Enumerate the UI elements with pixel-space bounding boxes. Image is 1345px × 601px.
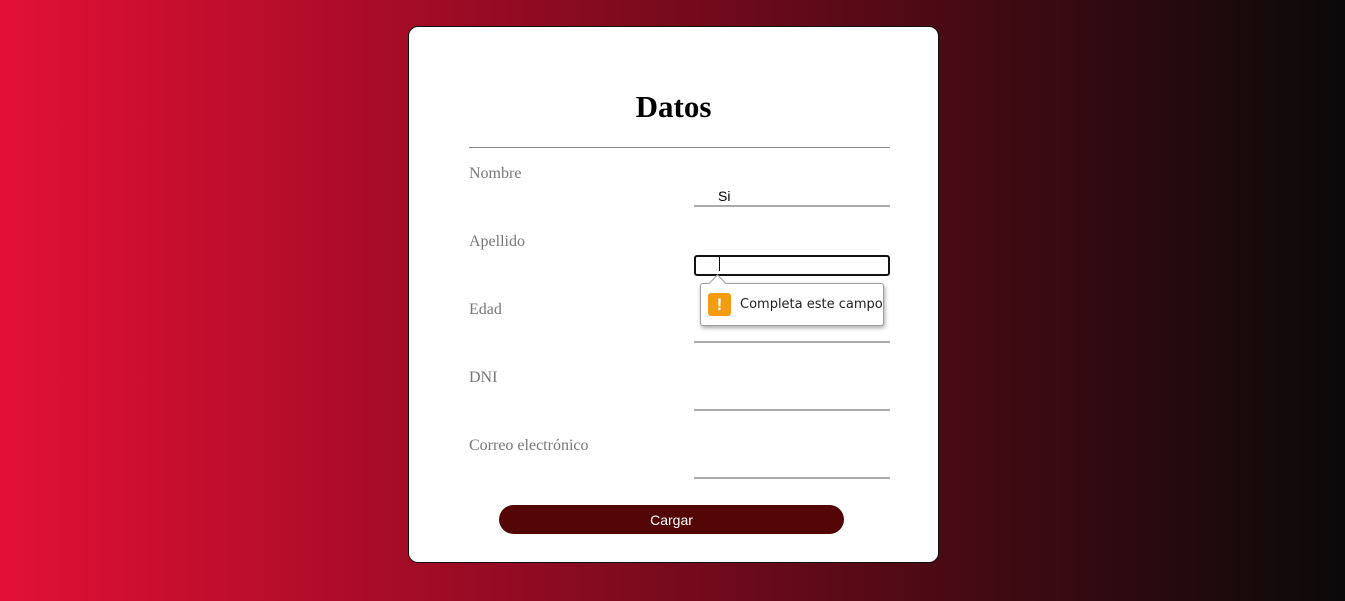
form-card: Datos Nombre Apellido Edad DNI Correo el… [408,26,939,563]
page-title: Datos [635,89,712,124]
dni-label: DNI [469,369,498,386]
apellido-label: Apellido [469,233,525,250]
dni-input[interactable] [694,391,890,411]
correo-input[interactable] [694,459,890,479]
validation-tooltip: ! Completa este campo [700,274,884,326]
nombre-input[interactable] [694,187,890,207]
text-caret [719,257,720,271]
edad-input[interactable] [694,323,890,343]
warning-icon: ! [708,293,731,316]
tooltip-arrow [708,274,727,293]
edad-label: Edad [469,301,502,318]
apellido-input[interactable] [694,255,890,276]
cargar-button[interactable]: Cargar [499,505,844,534]
title-divider [469,147,890,148]
nombre-label: Nombre [469,165,522,182]
correo-label: Correo electrónico [469,437,589,454]
validation-message: Completa este campo [740,297,883,312]
